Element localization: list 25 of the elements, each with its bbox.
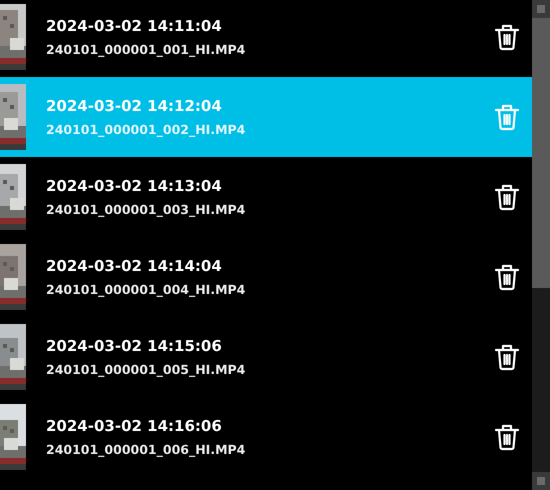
scroll-thumb[interactable] <box>532 18 550 288</box>
timestamp: 2024-03-02 14:15:06 <box>46 337 223 355</box>
timestamp: 2024-03-02 14:11:04 <box>46 17 223 35</box>
delete-button[interactable] <box>494 423 520 451</box>
delete-button[interactable] <box>494 23 520 51</box>
delete-button[interactable] <box>494 183 520 211</box>
file-name: 240101_000001_001_HI.MP4 <box>46 42 246 57</box>
trash-icon <box>494 423 520 451</box>
trash-icon <box>494 23 520 51</box>
file-name: 240101_000001_003_HI.MP4 <box>46 202 246 217</box>
scrollbar[interactable] <box>532 0 550 490</box>
trash-icon <box>494 263 520 291</box>
trash-icon <box>494 103 520 131</box>
timestamp: 2024-03-02 14:14:04 <box>46 257 223 275</box>
timestamp: 2024-03-02 14:16:06 <box>46 417 223 435</box>
delete-button[interactable] <box>494 263 520 291</box>
timestamp: 2024-03-02 14:12:04 <box>46 97 223 115</box>
file-name: 240101_000001_005_HI.MP4 <box>46 362 246 377</box>
file-name: 240101_000001_006_HI.MP4 <box>46 442 246 457</box>
file-name: 240101_000001_004_HI.MP4 <box>46 282 246 297</box>
delete-button[interactable] <box>494 343 520 371</box>
file-name: 240101_000001_002_HI.MP4 <box>46 122 246 137</box>
trash-icon <box>494 183 520 211</box>
timestamp: 2024-03-02 14:13:04 <box>46 177 223 195</box>
trash-icon <box>494 343 520 371</box>
